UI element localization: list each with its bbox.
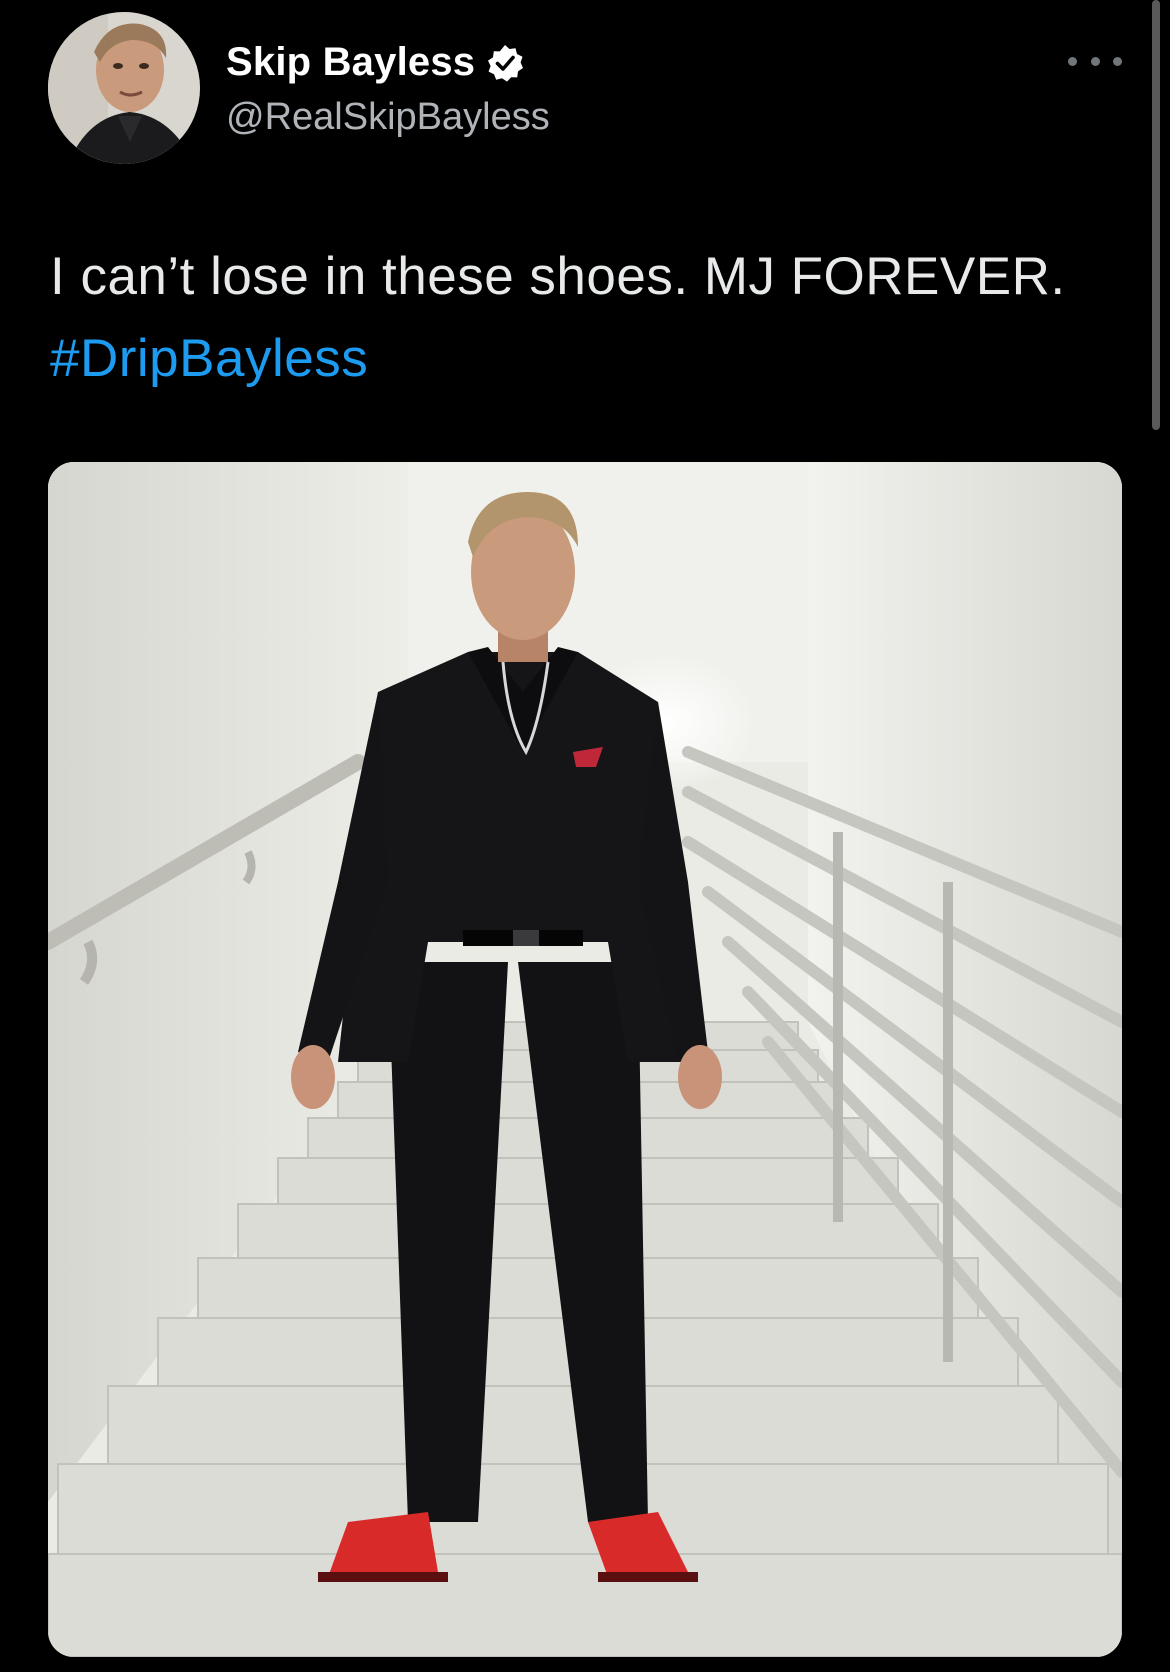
hashtag-link[interactable]: #DripBayless bbox=[50, 329, 368, 388]
more-options-icon[interactable] bbox=[1068, 46, 1122, 76]
author-name-row[interactable]: Skip Bayless bbox=[226, 40, 525, 85]
verified-badge-icon bbox=[485, 43, 525, 83]
tweet-body: I can’t lose in these shoes. MJ FOREVER. bbox=[50, 247, 1066, 306]
dot-icon bbox=[1113, 56, 1122, 66]
author-avatar[interactable] bbox=[48, 12, 200, 164]
dot-icon bbox=[1090, 56, 1100, 66]
tweet-photo[interactable] bbox=[48, 462, 1122, 1657]
scrollbar[interactable] bbox=[1152, 0, 1160, 430]
author-display-name[interactable]: Skip Bayless bbox=[226, 40, 475, 85]
author-handle[interactable]: @RealSkipBayless bbox=[226, 96, 550, 139]
dot-icon bbox=[1068, 56, 1077, 66]
tweet[interactable]: Skip Bayless @RealSkipBayless I can’t lo… bbox=[0, 0, 1170, 1672]
tweet-text: I can’t lose in these shoes. MJ FOREVER.… bbox=[50, 236, 1110, 400]
